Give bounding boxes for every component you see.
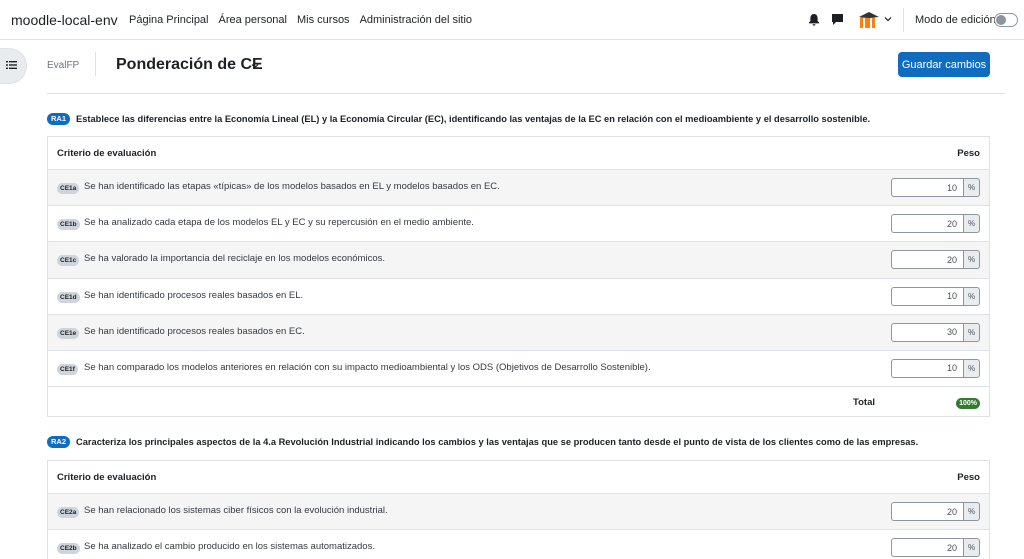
primary-navigation: Página Principal Área personal Mis curso… xyxy=(129,14,472,26)
ce-badge: CE1a xyxy=(57,183,80,194)
top-navbar: moodle-local-env Página Principal Área p… xyxy=(0,0,1024,40)
total-percent-badge: 100% xyxy=(956,398,980,410)
ce-badge: CE1c xyxy=(57,255,80,267)
table-row: CE1e Se han identificado procesos reales… xyxy=(48,314,989,351)
table-header: Criterio de evaluación Peso xyxy=(48,461,989,494)
ce-badge: CE1e xyxy=(57,327,80,339)
weight-column-header: Peso xyxy=(957,472,980,483)
weight-input[interactable] xyxy=(891,502,963,521)
weight-input[interactable] xyxy=(891,322,963,342)
table-row: CE1d Se han identificado procesos reales… xyxy=(48,279,989,315)
percent-unit: % xyxy=(963,286,980,306)
criteria-table: Criterio de evaluación Peso CE1a Se han … xyxy=(47,136,990,418)
weight-field: % xyxy=(891,538,980,558)
weight-field: % xyxy=(891,286,980,306)
percent-unit: % xyxy=(963,178,980,197)
header-separator xyxy=(95,52,96,76)
edit-mode-toggle[interactable] xyxy=(994,13,1018,27)
weight-field: % xyxy=(891,322,980,342)
weight-input[interactable] xyxy=(891,214,963,234)
weight-field: % xyxy=(891,178,980,197)
ce-description: Se ha valorado la importancia del recicl… xyxy=(84,253,385,265)
weight-field: % xyxy=(891,250,980,270)
messages-chat-icon[interactable] xyxy=(831,13,844,26)
edit-mode-toggle-knob xyxy=(996,15,1006,25)
weight-column-header: Peso xyxy=(957,148,980,159)
ce-description: Se ha analizado el cambio producido en l… xyxy=(84,541,375,553)
ra-badge: RA2 xyxy=(47,436,71,448)
percent-unit: % xyxy=(963,322,980,342)
criterion-column-header: Criterio de evaluación xyxy=(57,472,157,483)
ra-heading: RA2 Caracteriza los principales aspectos… xyxy=(47,436,918,448)
weight-field: % xyxy=(891,214,980,234)
nav-link-home[interactable]: Página Principal xyxy=(129,14,209,26)
percent-unit: % xyxy=(963,214,980,234)
ce-badge: CE1b xyxy=(57,219,80,231)
weight-input[interactable] xyxy=(891,250,963,270)
table-row: CE2b Se ha analizado el cambio producido… xyxy=(48,530,989,559)
ce-description: Se han comparado los modelos anteriores … xyxy=(84,361,651,373)
criteria-table: Criterio de evaluación Peso CE2a Se han … xyxy=(47,460,990,559)
site-name[interactable]: moodle-local-env xyxy=(11,12,118,28)
ce-badge: CE1d xyxy=(57,291,80,303)
navbar-divider xyxy=(903,8,904,32)
save-changes-button[interactable]: Guardar cambios xyxy=(898,52,990,77)
ra-title: Caracteriza los principales aspectos de … xyxy=(76,437,919,447)
ce-badge: CE2a xyxy=(57,507,80,518)
weight-field: % xyxy=(891,358,980,378)
weight-field: % xyxy=(891,502,980,521)
ce-description: Se han identificado las etapas «típicas»… xyxy=(84,181,500,192)
title-chevron-down-icon[interactable] xyxy=(251,62,259,70)
ce-description: Se han identificado procesos reales basa… xyxy=(84,289,304,301)
table-row: CE1a Se han identificado las etapas «típ… xyxy=(48,170,989,207)
table-row: CE2a Se han relacionado los sistemas cib… xyxy=(48,494,989,531)
ce-description: Se han identificado procesos reales basa… xyxy=(84,325,305,337)
user-avatar-icon[interactable] xyxy=(858,10,880,30)
notifications-bell-icon[interactable] xyxy=(808,13,820,27)
percent-unit: % xyxy=(963,358,980,378)
percent-unit: % xyxy=(963,250,980,270)
header-rule xyxy=(47,93,1005,94)
table-header: Criterio de evaluación Peso xyxy=(48,137,989,170)
ce-badge: CE1f xyxy=(57,363,78,375)
nav-link-site-admin[interactable]: Administración del sitio xyxy=(360,14,473,26)
weight-input[interactable] xyxy=(891,538,963,558)
table-row: CE1b Se ha analizado cada etapa de los m… xyxy=(48,206,989,243)
ra-heading: RA1 Establece las diferencias entre la E… xyxy=(47,113,870,125)
ce-description: Se han relacionado los sistemas ciber fí… xyxy=(84,505,388,516)
ra-badge: RA1 xyxy=(47,113,71,125)
ce-description: Se ha analizado cada etapa de los modelo… xyxy=(84,217,474,229)
user-menu-chevron-down-icon[interactable] xyxy=(884,15,892,23)
criterion-column-header: Criterio de evaluación xyxy=(57,148,157,159)
nav-link-my-courses[interactable]: Mis cursos xyxy=(297,14,350,26)
percent-unit: % xyxy=(963,502,980,521)
list-icon xyxy=(5,57,18,75)
ce-badge: CE2b xyxy=(57,543,80,555)
total-row: Total 100% xyxy=(48,387,989,418)
weight-input[interactable] xyxy=(891,178,963,197)
weight-input[interactable] xyxy=(891,286,963,306)
page-title[interactable]: Ponderación de CE xyxy=(116,56,263,74)
table-row: CE1f Se han comparado los modelos anteri… xyxy=(48,351,989,388)
nav-link-dashboard[interactable]: Área personal xyxy=(219,14,288,26)
context-label: EvalFP xyxy=(47,60,80,71)
total-label: Total xyxy=(853,397,875,409)
ra-title: Establece las diferencias entre la Econo… xyxy=(76,114,871,124)
course-index-drawer-button[interactable] xyxy=(0,48,27,84)
percent-unit: % xyxy=(963,538,980,558)
edit-mode-label: Modo de edición xyxy=(915,14,996,26)
weight-input[interactable] xyxy=(891,358,963,378)
table-row: CE1c Se ha valorado la importancia del r… xyxy=(48,242,989,279)
